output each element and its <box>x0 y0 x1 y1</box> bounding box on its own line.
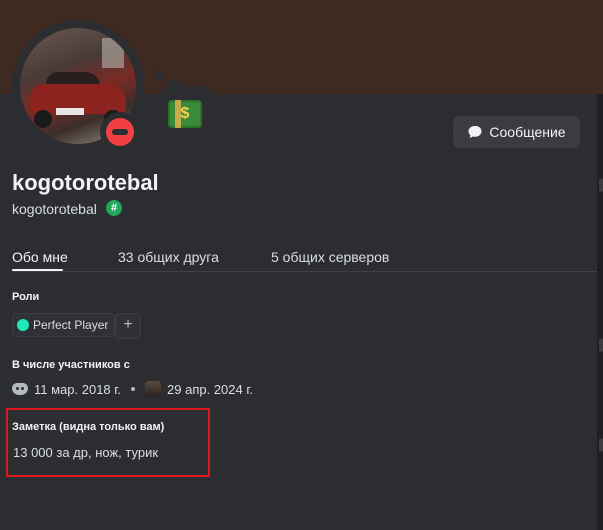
edge-marker <box>599 338 603 352</box>
edge-marker <box>599 178 603 192</box>
tab-about-me[interactable]: Обо мне <box>12 249 68 265</box>
dollar-banknote-icon: $ <box>168 100 202 128</box>
status-bubble-dot <box>154 70 164 80</box>
message-button-label: Сообщение <box>489 124 566 140</box>
tab-mutual-servers[interactable]: 5 общих серверов <box>271 249 389 265</box>
dollar-sign-glyph: $ <box>180 105 190 122</box>
display-name: kogotorotebal <box>12 170 159 195</box>
avatar-background-light <box>102 38 124 68</box>
tab-mutual-friends[interactable]: 33 общих друга <box>118 249 219 265</box>
avatar-car-plate <box>56 108 84 115</box>
add-role-button[interactable]: + <box>115 313 141 339</box>
discord-join-date: 11 мар. 2018 г. <box>34 381 122 397</box>
tabs-divider <box>12 271 597 272</box>
server-icon[interactable] <box>145 381 162 397</box>
role-label: Perfect Player <box>33 318 109 332</box>
message-button[interactable]: Сообщение <box>453 116 580 148</box>
username[interactable]: kogotorotebal <box>12 201 97 217</box>
right-edge-scrollbar[interactable] <box>597 94 603 530</box>
server-join-date: 29 апр. 2024 г. <box>167 381 254 397</box>
hashtag-badge-icon[interactable]: # <box>106 200 122 216</box>
separator-dot <box>131 387 136 391</box>
member-since-title: В числе участников с <box>12 359 130 371</box>
role-pill-perfect-player[interactable]: Perfect Player <box>12 313 116 337</box>
note-highlight-box <box>6 408 210 477</box>
role-color-dot <box>17 319 29 331</box>
roles-title: Роли <box>12 291 40 303</box>
edge-marker <box>599 438 603 452</box>
avatar-car-wheel <box>34 110 52 128</box>
dnd-status-icon <box>106 118 134 146</box>
member-since-row: 11 мар. 2018 г. 29 апр. 2024 г. <box>12 380 253 398</box>
chat-bubble-icon <box>468 126 482 138</box>
discord-logo-icon <box>12 383 28 395</box>
